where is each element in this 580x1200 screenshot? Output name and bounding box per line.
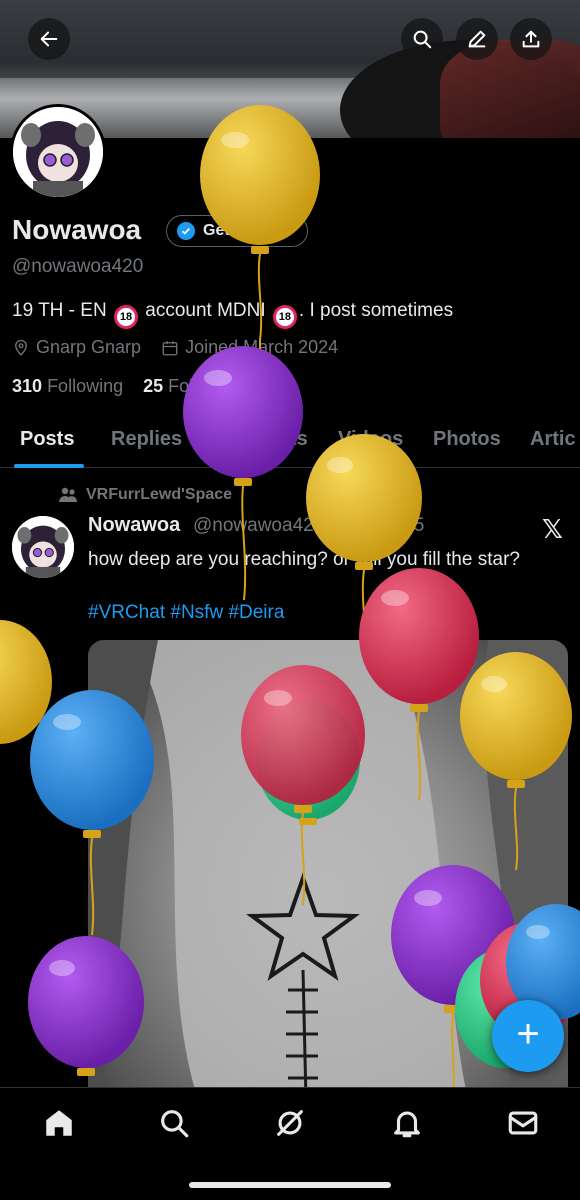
tab-replies[interactable]: Replies xyxy=(111,428,182,451)
profile-handle: @nowawoa420 xyxy=(12,256,144,277)
bio-text-3: . I post sometimes xyxy=(298,300,454,321)
joined-date: Joined March 2024 xyxy=(161,337,338,358)
plus-icon: + xyxy=(516,1012,540,1056)
search-button[interactable] xyxy=(401,18,443,60)
grok-icon xyxy=(277,1110,303,1136)
home-icon xyxy=(46,1110,72,1136)
people-icon xyxy=(59,487,77,502)
search-icon xyxy=(413,30,432,49)
edit-button[interactable] xyxy=(456,18,498,60)
profile-tabs: Posts Replies Highlights Videos Photos A… xyxy=(0,418,580,468)
bio-text-1: 19 TH - EN xyxy=(12,300,107,321)
edit-icon xyxy=(468,30,486,48)
mdni-18-icon: 18 xyxy=(272,305,297,329)
get-verified-button[interactable]: Get verified xyxy=(166,215,309,247)
tab-posts[interactable]: Posts xyxy=(20,428,74,451)
repost-source: VRFurrLewd'Space xyxy=(86,486,233,503)
compose-button[interactable]: + xyxy=(492,1000,564,1072)
balloon-yellow xyxy=(200,105,320,420)
tab-highlights[interactable]: Highlights xyxy=(210,428,308,451)
profile-bio: 19 TH - EN 18 account MDNI 18. I post so… xyxy=(12,300,453,329)
back-button[interactable] xyxy=(28,18,70,60)
home-indicator xyxy=(189,1182,391,1188)
post-hashtags[interactable]: #VRChat #Nsfw #Deira xyxy=(88,602,284,624)
post-text: how deep are you reaching? or will you f… xyxy=(88,549,520,570)
post-author-name[interactable]: Nowawoa xyxy=(88,514,180,537)
following-link[interactable]: 310 Following xyxy=(12,376,123,396)
repost-indicator[interactable]: VRFurrLewd'Space xyxy=(58,486,232,504)
banner-hand xyxy=(440,40,580,138)
search-icon xyxy=(161,1110,189,1138)
share-button[interactable] xyxy=(510,18,552,60)
avatar-illustration xyxy=(12,516,74,578)
nav-messages[interactable] xyxy=(506,1106,540,1140)
active-tab-indicator xyxy=(14,464,84,468)
profile-name: Nowawoa xyxy=(12,214,142,245)
joined-text: Joined March 2024 xyxy=(185,337,339,357)
back-arrow-icon xyxy=(40,31,58,47)
tab-articles[interactable]: Artic xyxy=(530,428,576,451)
x-logo-icon: 𝕏 xyxy=(542,514,563,544)
post-author-avatar[interactable] xyxy=(12,516,74,578)
nav-grok[interactable] xyxy=(273,1106,307,1140)
get-verified-label: Get verified xyxy=(203,222,292,239)
verified-check-icon xyxy=(177,222,195,240)
tab-photos[interactable]: Photos xyxy=(433,428,501,451)
nav-search[interactable] xyxy=(157,1106,191,1140)
location-text: Gnarp Gnarp xyxy=(36,337,142,357)
profile-meta: Gnarp Gnarp Joined March 2024 xyxy=(12,337,338,358)
mdni-18-icon: 18 xyxy=(113,305,138,329)
share-icon xyxy=(522,30,540,48)
tab-videos[interactable]: Videos xyxy=(338,428,403,451)
followers-link[interactable]: 25 Followers xyxy=(143,376,245,396)
nav-notifications[interactable] xyxy=(390,1106,424,1140)
balloon-yellow xyxy=(0,620,52,744)
follow-stats: 310 Following 25 Followers xyxy=(12,376,245,397)
mail-icon xyxy=(508,1111,538,1135)
bell-icon xyxy=(394,1111,420,1138)
profile-avatar[interactable] xyxy=(10,104,106,200)
bio-text-2: account MDNI xyxy=(145,300,266,321)
location: Gnarp Gnarp xyxy=(12,337,141,358)
avatar-illustration xyxy=(13,107,103,197)
nav-home[interactable] xyxy=(42,1106,76,1140)
calendar-icon xyxy=(162,340,178,355)
post-author-meta: @nowawoa420 · 7.11.2025 xyxy=(193,515,425,536)
location-pin-icon xyxy=(15,339,27,356)
